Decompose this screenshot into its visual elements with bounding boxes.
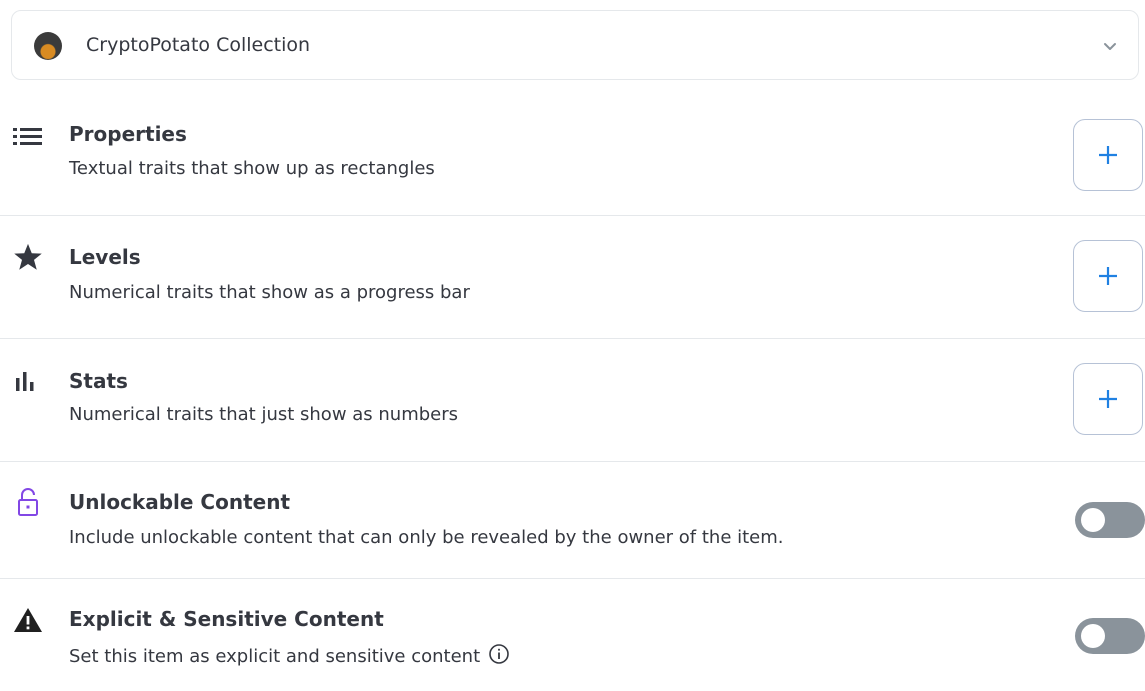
levels-title: Levels — [69, 245, 141, 269]
explicit-section: Explicit & Sensitive Content Set this it… — [0, 594, 1145, 691]
add-levels-button[interactable] — [1073, 240, 1143, 312]
plus-icon — [1099, 390, 1117, 408]
toggle-knob — [1081, 508, 1105, 532]
levels-section: Levels Numerical traits that show as a p… — [0, 231, 1145, 338]
add-stats-button[interactable] — [1073, 363, 1143, 435]
levels-description: Numerical traits that show as a progress… — [69, 282, 470, 303]
toggle-knob — [1081, 624, 1105, 648]
stats-title: Stats — [69, 369, 128, 393]
bar-chart-icon — [12, 365, 44, 397]
explicit-toggle[interactable] — [1075, 618, 1145, 654]
divider — [0, 215, 1145, 216]
unlockable-toggle[interactable] — [1075, 502, 1145, 538]
unlockable-title: Unlockable Content — [69, 490, 291, 514]
divider — [0, 578, 1145, 579]
warning-icon — [12, 604, 44, 636]
collection-label: CryptoPotato Collection — [86, 34, 311, 56]
divider — [0, 338, 1145, 339]
unlockable-description: Include unlockable content that can only… — [69, 527, 784, 548]
stats-section: Stats Numerical traits that just show as… — [0, 355, 1145, 461]
add-properties-button[interactable] — [1073, 119, 1143, 191]
explicit-description: Set this item as explicit and sensitive … — [69, 646, 481, 667]
plus-icon — [1099, 146, 1117, 164]
star-icon — [12, 241, 44, 273]
properties-description: Textual traits that show up as rectangle… — [69, 158, 435, 179]
divider — [0, 461, 1145, 462]
explicit-title: Explicit & Sensitive Content — [69, 607, 384, 631]
collection-avatar — [34, 32, 62, 60]
properties-title: Properties — [69, 122, 187, 146]
collection-select[interactable]: CryptoPotato Collection — [11, 10, 1139, 80]
stats-description: Numerical traits that just show as numbe… — [69, 404, 459, 425]
lock-icon — [12, 486, 44, 518]
chevron-down-icon[interactable] — [1101, 37, 1119, 55]
info-icon[interactable] — [488, 643, 510, 665]
plus-icon — [1099, 267, 1117, 285]
properties-section: Properties Textual traits that show up a… — [0, 108, 1145, 215]
list-icon — [12, 120, 44, 152]
unlockable-section: Unlockable Content Include unlockable co… — [0, 478, 1145, 578]
explicit-description-row: Set this item as explicit and sensitive … — [69, 643, 510, 667]
